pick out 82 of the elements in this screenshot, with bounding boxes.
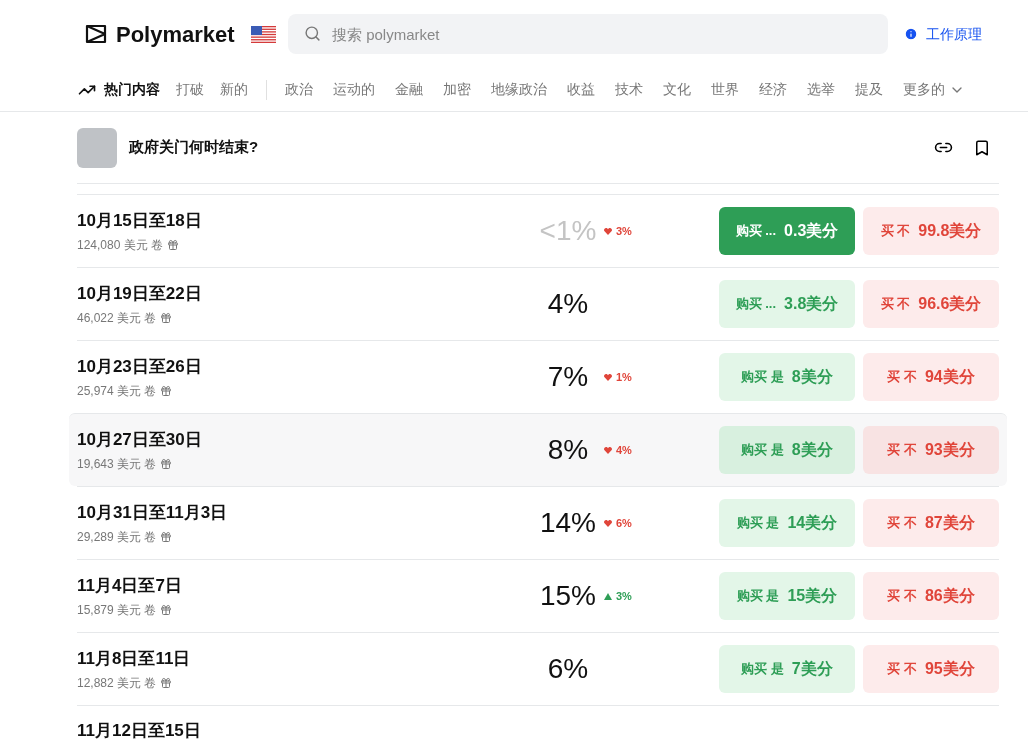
outcome-title: 10月19日至22日	[77, 283, 203, 306]
nav-tab[interactable]: 加密	[443, 79, 471, 100]
outcome-title: 10月27日至30日	[77, 429, 203, 452]
nav-tab[interactable]: 政治	[285, 79, 313, 100]
outcome-row[interactable]: 11月8日至11日 12,882 美元 卷 6% 购买 是 7美分 买 不 95美分	[77, 632, 999, 705]
buy-yes-button[interactable]: 购买 是 8美分	[719, 353, 855, 401]
buy-yes-button[interactable]: 购买 是 14美分	[719, 499, 855, 547]
change-text: 4%	[616, 442, 632, 458]
nav-tab[interactable]: 收益	[567, 79, 595, 100]
nav-tab[interactable]: 经济	[759, 79, 787, 100]
nav-tab[interactable]: 热门内容	[78, 79, 160, 100]
brand-name[interactable]: Polymarket	[116, 17, 235, 51]
photo-placeholder	[77, 127, 117, 168]
more-menu[interactable]: 更多的	[903, 79, 965, 100]
flag-icon	[250, 25, 276, 43]
buy-yes-button[interactable]: 购买 ... 0.3美分	[719, 207, 855, 255]
buy-yes-button[interactable]: 购买 是 7美分	[719, 645, 855, 693]
search-icon	[304, 25, 321, 42]
how-it-works-link[interactable]: 工作原理	[904, 23, 982, 45]
outcome-row[interactable]: 10月23日至26日 25,974 美元 卷 7% 1% 购买 是 8美分 买 不 94美分	[77, 340, 999, 413]
buy-yes-button[interactable]: 购买 ... 3.8美分	[719, 280, 855, 328]
search-field[interactable]: 搜索 polymarket	[288, 14, 888, 54]
probability-text: 14%	[539, 506, 596, 540]
probability-text: <1%	[539, 214, 597, 248]
probability-text: 15%	[539, 579, 596, 613]
nav-tab[interactable]: 世界	[711, 79, 739, 100]
gift-icon	[167, 238, 180, 251]
outcome-title: 11月12日至15日	[77, 720, 201, 739]
outcome-title: 10月15日至18日	[77, 210, 203, 233]
info-icon	[904, 27, 918, 41]
probability-text: 7%	[547, 360, 589, 394]
outcome-row[interactable]: 10月31日至11月3日 29,289 美元 卷 14% 6% 购买 是 14美分 买 不 87美分	[77, 486, 999, 559]
outcome-title: 10月31日至11月3日	[77, 502, 229, 525]
buy-no-button[interactable]: 买 不 87美分	[863, 499, 999, 547]
outcome-title: 11月8日至11日	[77, 648, 192, 671]
gift-icon	[160, 457, 173, 470]
nav-tab[interactable]: 金融	[395, 79, 423, 100]
buy-no-button[interactable]: 买 不 99.8美分	[863, 207, 999, 255]
buy-no-button[interactable]: 买 不 86美分	[863, 572, 999, 620]
probability-text: 6%	[547, 652, 589, 686]
outcome-row[interactable]: 11月12日至15日	[77, 705, 999, 739]
buy-yes-button[interactable]: 购买 是 15美分	[719, 572, 855, 620]
buy-no-button[interactable]: 买 不 96.6美分	[863, 280, 999, 328]
volume-text: 29,289 美元 卷	[77, 528, 157, 546]
outcome-row[interactable]: 11月4日至7日 15,879 美元 卷 15% 3% 购买 是 15美分 买 不 86美分	[77, 559, 999, 632]
outcome-row[interactable]: 10月15日至18日 124,080 美元 卷 <1% 3% 购买 ... 0.3美分 买 不 99.8美分	[77, 194, 999, 267]
nav-tab[interactable]: 选举	[807, 79, 835, 100]
nav-tab[interactable]: 技术	[615, 79, 643, 100]
change-text: 3%	[616, 588, 632, 604]
buy-no-button[interactable]: 买 不 94美分	[863, 353, 999, 401]
buy-no-button[interactable]: 买 不 95美分	[863, 645, 999, 693]
outcome-row[interactable]: 10月27日至30日 19,643 美元 卷 8% 4% 购买 是 8美分 买 不 93美分	[69, 413, 1007, 486]
outcome-title: 11月4日至7日	[77, 575, 183, 598]
volume-text: 12,882 美元 卷	[77, 674, 157, 692]
probability-text: 8%	[547, 433, 589, 467]
buy-no-button[interactable]: 买 不 93美分	[863, 426, 999, 474]
change-text: 3%	[616, 223, 632, 239]
bookmark-icon[interactable]	[973, 138, 991, 157]
nav-tab[interactable]: 文化	[663, 79, 691, 100]
nav-tab[interactable]: 打破	[176, 79, 204, 100]
nav-tab[interactable]: 运动的	[333, 79, 375, 100]
change-text: 6%	[616, 515, 632, 531]
event-title: 政府关门何时结束?	[129, 137, 259, 158]
outcome-row[interactable]: 10月19日至22日 46,022 美元 卷 4% 购买 ... 3.8美分 买 不 96.6美分	[77, 267, 999, 340]
gift-icon	[160, 530, 173, 543]
volume-text: 124,080 美元 卷	[77, 236, 164, 254]
volume-text: 19,643 美元 卷	[77, 455, 157, 473]
nav-tab[interactable]: 提及	[855, 79, 883, 100]
logo-icon	[84, 22, 108, 46]
change-text: 1%	[616, 369, 632, 385]
outcome-title: 10月23日至26日	[77, 356, 203, 379]
nav-tab[interactable]: 地缘政治	[491, 79, 547, 100]
volume-text: 46,022 美元 卷	[77, 309, 157, 327]
gift-icon	[160, 603, 173, 616]
volume-text: 15,879 美元 卷	[77, 601, 157, 619]
probability-text: 4%	[547, 287, 589, 321]
buy-yes-button[interactable]: 购买 是 8美分	[719, 426, 855, 474]
gift-icon	[160, 384, 173, 397]
nav-tab[interactable]: 新的	[220, 79, 248, 100]
gift-icon	[160, 311, 173, 324]
volume-text: 25,974 美元 卷	[77, 382, 157, 400]
gift-icon	[160, 676, 173, 689]
